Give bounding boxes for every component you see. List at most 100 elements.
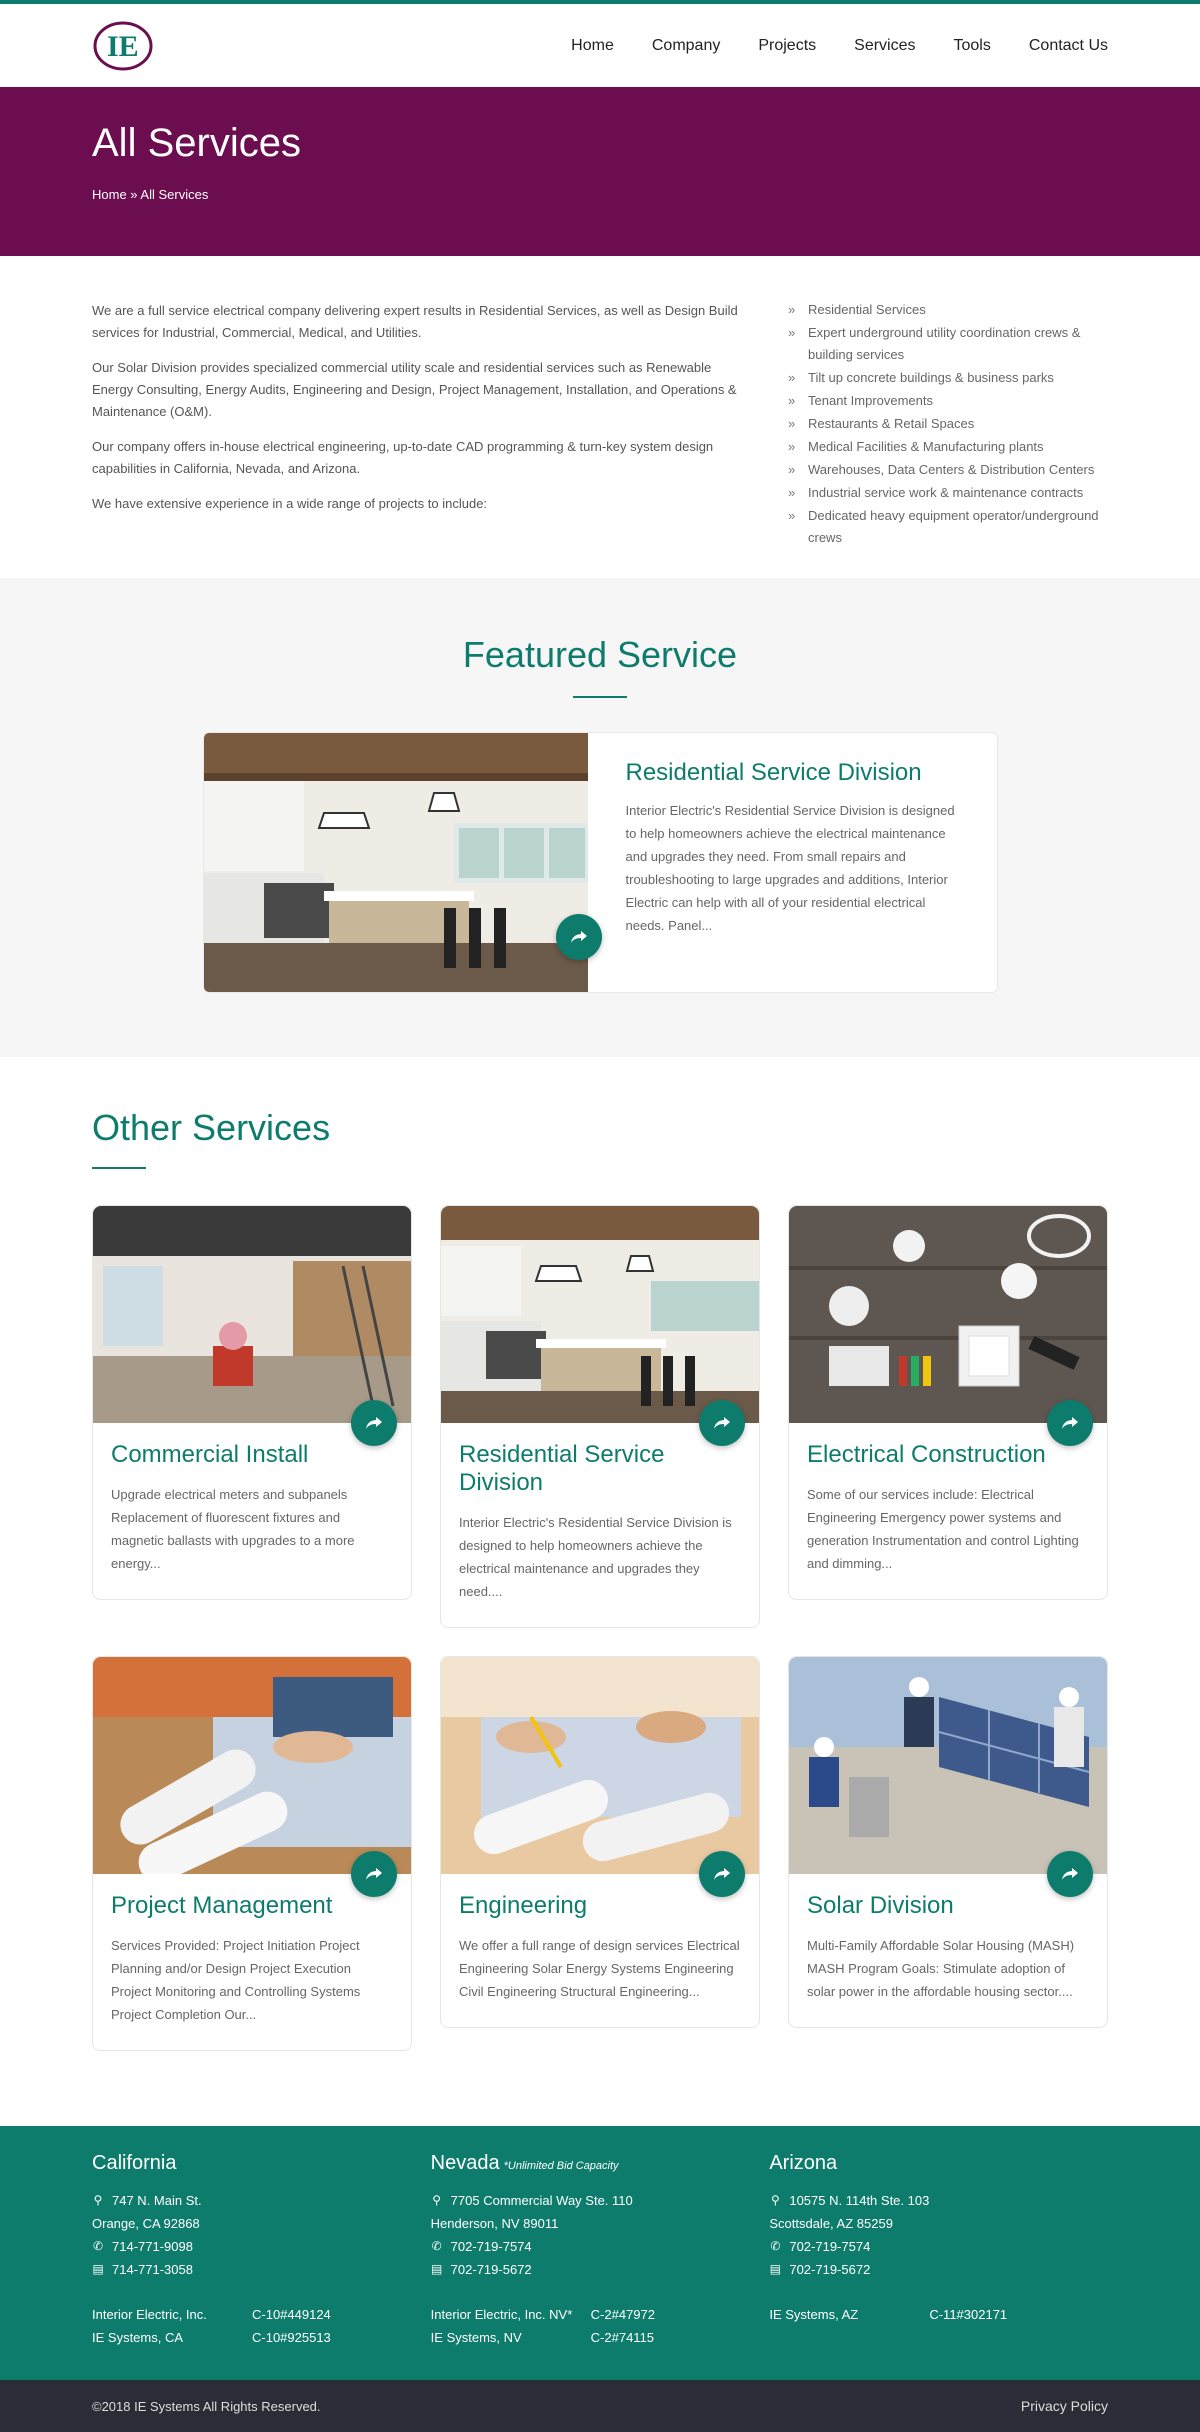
card-share-button[interactable]	[1047, 1400, 1093, 1446]
other-services-heading: Other Services	[92, 1107, 331, 1148]
list-item: Restaurants & Retail Spaces	[788, 413, 1108, 435]
card-body: Engineering We offer a full range of des…	[441, 1874, 759, 2027]
engineering-image[interactable]	[441, 1657, 759, 1874]
phone-number[interactable]: 702-719-7574	[451, 2235, 532, 2258]
main-nav: Home Company Projects Services Tools Con…	[571, 37, 1108, 55]
intro-paragraph: We have extensive experience in a wide r…	[92, 496, 488, 511]
card-body: Project Management Services Provided: Pr…	[93, 1874, 411, 2050]
share-arrow-icon	[1062, 1868, 1078, 1880]
breadcrumb[interactable]: Home » All Services	[92, 187, 1108, 202]
card-body: Residential Service Division Interior El…	[441, 1423, 759, 1627]
card-text: We offer a full range of design services…	[459, 1938, 740, 1999]
license-row: Interior Electric, Inc. C-10#449124	[92, 2303, 431, 2326]
address-line: 10575 N. 114th Ste. 103	[789, 2193, 930, 2208]
footer-address: Scottsdale, AZ 85259	[769, 2212, 1108, 2235]
card-title[interactable]: Residential Service Division	[459, 1441, 741, 1497]
footer-region-title: Arizona	[769, 2152, 838, 2174]
featured-card-text: Interior Electric's Residential Service …	[625, 803, 955, 933]
list-item: Medical Facilities & Manufacturing plant…	[788, 436, 1108, 458]
address-line: Henderson, NV 89011	[430, 2216, 559, 2231]
card-title[interactable]: Solar Division	[807, 1892, 1089, 1920]
service-card-engineering[interactable]: Engineering We offer a full range of des…	[440, 1656, 760, 2028]
site-logo[interactable]: IE	[92, 20, 154, 72]
service-card-commercial-install[interactable]: Commercial Install Upgrade electrical me…	[92, 1205, 412, 1600]
footer-address: ⚲ 7705 Commercial Way Ste. 110	[431, 2189, 770, 2212]
commercial-install-image[interactable]	[93, 1206, 411, 1423]
page-title: All Services	[92, 121, 301, 165]
list-item: Expert underground utility coordination …	[788, 322, 1108, 366]
card-title[interactable]: Electrical Construction	[807, 1441, 1089, 1469]
license-number: C-10#925513	[252, 2330, 331, 2345]
intro-paragraph: Our Solar Division provides specialized …	[92, 360, 737, 419]
license-name: IE Systems, CA	[92, 2330, 184, 2345]
region-name: Nevada	[430, 2152, 500, 2174]
license-list: Interior Electric, Inc. C-10#449124 IE Sy…	[92, 2303, 431, 2349]
footer-phone[interactable]: ✆ 702-719-7574	[769, 2235, 1108, 2258]
footer-arizona: Arizona ⚲ 10575 N. 114th Ste. 103 Scottsd…	[769, 2152, 1108, 2380]
nav-tools[interactable]: Tools	[954, 37, 991, 55]
project-types-list: Residential Services Expert underground …	[788, 299, 1108, 548]
nav-projects[interactable]: Projects	[758, 37, 816, 55]
nav-home[interactable]: Home	[571, 37, 614, 55]
share-arrow-icon	[366, 1417, 382, 1429]
intro-section: We are a full service electrical company…	[0, 256, 1200, 578]
card-share-button[interactable]	[351, 1851, 397, 1897]
footer-fax: ▤ 702-719-5672	[769, 2258, 1108, 2281]
copyright-text: ©2018 IE Systems All Rights Reserved.	[92, 2398, 321, 2414]
page-hero: All Services Home » All Services	[0, 87, 1200, 256]
featured-card[interactable]: Residential Service Division Interior El…	[202, 732, 998, 993]
fax-icon: ▤	[769, 2262, 782, 2276]
footer-phone[interactable]: ✆ 702-719-7574	[431, 2235, 770, 2258]
service-card-electrical-construction[interactable]: Electrical Construction Some of our serv…	[788, 1205, 1108, 1600]
card-share-button[interactable]	[351, 1400, 397, 1446]
phone-number[interactable]: 702-719-7574	[789, 2235, 870, 2258]
logo-text: IE	[107, 30, 139, 63]
card-title[interactable]: Project Management	[111, 1892, 393, 1920]
footer-fax: ▤ 714-771-3058	[92, 2258, 431, 2281]
card-body: Electrical Construction Some of our serv…	[789, 1423, 1107, 1599]
list-item: Tilt up concrete buildings & business pa…	[788, 367, 1108, 389]
share-arrow-icon	[714, 1868, 730, 1880]
license-row: IE Systems, AZ C-11#302171	[769, 2303, 1108, 2326]
other-services-section: Other Services Commercial Install Upgrad…	[0, 1057, 1200, 2126]
residential-kitchen-image[interactable]	[441, 1206, 759, 1423]
intro-paragraph: Our company offers in-house electrical e…	[92, 439, 714, 476]
nav-contact-us[interactable]: Contact Us	[1029, 37, 1108, 55]
card-title[interactable]: Engineering	[459, 1892, 741, 1920]
nav-company[interactable]: Company	[652, 37, 720, 55]
license-number: C-2#74115	[590, 2330, 655, 2345]
fax-icon: ▤	[92, 2262, 104, 2276]
fax-number: 702-719-5672	[450, 2262, 532, 2277]
site-header: IE Home Company Projects Services Tools …	[0, 4, 1200, 87]
list-item: Dedicated heavy equipment operator/under…	[788, 505, 1108, 549]
fax-icon: ▤	[431, 2262, 443, 2276]
card-title[interactable]: Commercial Install	[111, 1441, 393, 1469]
license-list: IE Systems, AZ C-11#302171	[769, 2303, 1108, 2326]
card-share-button[interactable]	[1047, 1851, 1093, 1897]
license-number: C-11#302171	[929, 2307, 1008, 2322]
privacy-policy-link[interactable]: Privacy Policy	[1021, 2398, 1108, 2414]
list-item: Industrial service work & maintenance co…	[788, 482, 1108, 504]
service-card-solar-division[interactable]: Solar Division Multi-Family Affordable S…	[788, 1656, 1108, 2028]
project-management-image[interactable]	[93, 1657, 411, 1874]
phone-number[interactable]: 714-771-9098	[112, 2235, 193, 2258]
card-text: Some of our services include: Electrical…	[807, 1487, 1079, 1571]
phone-icon: ✆	[431, 2239, 442, 2253]
footer-address: ⚲ 10575 N. 114th Ste. 103	[769, 2189, 1108, 2212]
service-card-residential[interactable]: Residential Service Division Interior El…	[440, 1205, 760, 1628]
phone-icon: ✆	[92, 2239, 104, 2253]
footer-bottom-bar: ©2018 IE Systems All Rights Reserved. Pr…	[0, 2380, 1200, 2432]
solar-division-image[interactable]	[789, 1657, 1107, 1874]
nav-services[interactable]: Services	[854, 37, 915, 55]
license-name: Interior Electric, Inc.	[92, 2307, 207, 2322]
card-share-button[interactable]	[699, 1851, 745, 1897]
featured-kitchen-image[interactable]	[203, 733, 602, 992]
footer-phone[interactable]: ✆ 714-771-9098	[92, 2235, 431, 2258]
service-card-project-management[interactable]: Project Management Services Provided: Pr…	[92, 1656, 412, 2051]
list-item: Residential Services	[788, 299, 1108, 321]
phone-icon: ✆	[770, 2239, 781, 2253]
electrical-construction-image[interactable]	[789, 1206, 1107, 1423]
featured-card-title[interactable]: Residential Service Division	[626, 759, 959, 787]
card-share-button[interactable]	[699, 1400, 745, 1446]
featured-share-button[interactable]	[555, 914, 602, 960]
